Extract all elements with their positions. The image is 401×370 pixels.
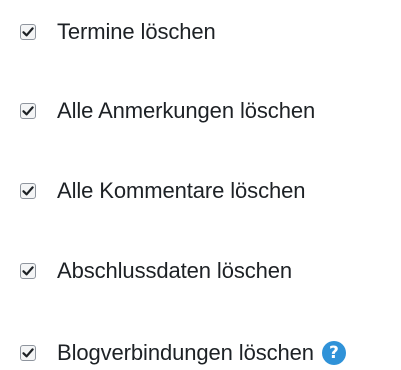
option-kommentare-loeschen[interactable]: Alle Kommentare löschen (20, 174, 305, 208)
question-circle-icon[interactable]: ? (321, 341, 346, 365)
checkbox-kommentare-loeschen[interactable] (20, 183, 36, 199)
checkmark-icon (22, 106, 34, 116)
checkmark-icon (22, 27, 34, 37)
option-label-kommentare-loeschen[interactable]: Alle Kommentare löschen (57, 174, 305, 208)
checkbox-abschlussdaten-loeschen[interactable] (20, 263, 36, 279)
checkmark-icon (22, 186, 34, 196)
option-label-blogverbindungen-loeschen[interactable]: Blogverbindungen löschen (57, 336, 314, 370)
checkbox-anmerkungen-loeschen[interactable] (20, 103, 36, 119)
option-label-termine-loeschen[interactable]: Termine löschen (57, 15, 216, 49)
option-label-abschlussdaten-loeschen[interactable]: Abschlussdaten löschen (57, 254, 292, 288)
checkmark-icon (22, 266, 34, 276)
option-anmerkungen-loeschen[interactable]: Alle Anmerkungen löschen (20, 94, 315, 128)
checkmark-icon (22, 348, 34, 358)
option-termine-loeschen[interactable]: Termine löschen (20, 15, 216, 49)
option-blogverbindungen-loeschen[interactable]: Blogverbindungen löschen ? (20, 336, 346, 370)
checkbox-blogverbindungen-loeschen[interactable] (20, 345, 36, 361)
option-label-anmerkungen-loeschen[interactable]: Alle Anmerkungen löschen (57, 94, 315, 128)
option-abschlussdaten-loeschen[interactable]: Abschlussdaten löschen (20, 254, 292, 288)
checkbox-termine-loeschen[interactable] (20, 24, 36, 40)
